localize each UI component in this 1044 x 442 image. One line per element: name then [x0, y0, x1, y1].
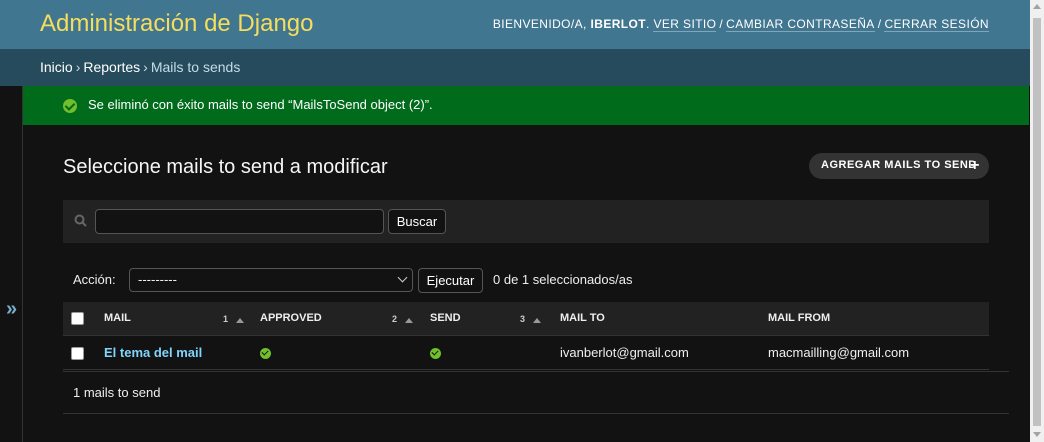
- breadcrumb-current: Mails to sends: [150, 59, 241, 75]
- sort-ascending-icon[interactable]: [405, 318, 413, 323]
- plus-icon: +: [970, 157, 980, 174]
- scrollbar-thumb[interactable]: [1033, 18, 1041, 426]
- mail-to-cell: ivanberlot@gmail.com: [552, 335, 760, 370]
- send-cell: [422, 335, 552, 370]
- table-row: El tema del mail ivanberlot@gmail.com ma…: [63, 335, 989, 370]
- column-label[interactable]: Mail: [104, 312, 131, 324]
- check-circle-icon: [430, 347, 441, 359]
- column-header-approved[interactable]: Approved 2: [252, 302, 422, 336]
- action-label: Acción:: [73, 272, 116, 287]
- sort-ascending-icon[interactable]: [533, 318, 541, 323]
- breadcrumb: Inicio › Reportes › Mails to sends: [0, 49, 1044, 86]
- check-circle-icon: [260, 347, 271, 359]
- user-tools: Bienvenido/a, iberlot. Ver sitio / Cambiar…: [492, 17, 989, 32]
- selection-counter: 0 de 1 seleccionados/as: [493, 272, 633, 287]
- check-circle-icon: [63, 99, 77, 113]
- add-button-label: Agregar mails to send: [821, 159, 977, 171]
- column-label[interactable]: Mail from: [768, 312, 830, 324]
- vertical-scrollbar[interactable]: [1030, 0, 1044, 442]
- table-header-row: Mail 1 Approved 2 Send 3 Mail to Mail fr…: [63, 302, 989, 336]
- logout-link[interactable]: Cerrar sesión: [884, 17, 989, 32]
- column-header-mail[interactable]: Mail 1: [96, 302, 252, 336]
- nav-sidebar-toggle[interactable]: »: [0, 86, 23, 442]
- sort-priority: 2: [392, 314, 398, 324]
- page-title: Seleccione mails to send a modificar: [63, 156, 388, 178]
- success-message: Se eliminó con éxito mails to send “Mail…: [23, 86, 1029, 125]
- breadcrumb-separator: ›: [143, 59, 148, 75]
- column-header-mail-to[interactable]: Mail to: [552, 302, 760, 336]
- sort-priority: 1: [223, 314, 229, 324]
- action-selected-value: ---------: [138, 272, 177, 287]
- mail-link[interactable]: El tema del mail: [104, 345, 202, 360]
- column-label[interactable]: Approved: [260, 312, 322, 324]
- sort-ascending-icon[interactable]: [236, 318, 244, 323]
- approved-cell: [252, 335, 422, 370]
- view-site-link[interactable]: Ver sitio: [653, 17, 717, 32]
- double-chevron-right-icon[interactable]: »: [6, 298, 17, 321]
- scroll-down-arrow-icon[interactable]: [1033, 432, 1041, 437]
- select-all-cell: [63, 302, 96, 336]
- select-all-checkbox[interactable]: [71, 311, 84, 325]
- column-header-mail-from[interactable]: Mail from: [760, 302, 989, 336]
- execute-button[interactable]: Ejecutar: [418, 268, 483, 293]
- search-input[interactable]: [95, 209, 384, 234]
- column-label[interactable]: Mail to: [560, 312, 605, 324]
- breadcrumb-app[interactable]: Reportes: [83, 59, 140, 75]
- sort-priority: 3: [520, 314, 526, 324]
- username: iberlot: [590, 17, 646, 31]
- add-mails-to-send-button[interactable]: Agregar mails to send +: [809, 153, 989, 179]
- chevron-down-icon: [397, 272, 408, 283]
- column-label[interactable]: Send: [430, 312, 461, 324]
- results-table: Mail 1 Approved 2 Send 3 Mail to Mail fr…: [63, 302, 989, 370]
- header: Administración de Django Bienvenido/a, i…: [0, 0, 1044, 49]
- paginator: 1 mails to send: [63, 371, 1009, 414]
- change-password-link[interactable]: Cambiar contraseña: [726, 17, 875, 32]
- action-select[interactable]: ---------: [129, 268, 413, 292]
- search-button[interactable]: Buscar: [388, 209, 446, 234]
- mail-from-cell: macmailling@gmail.com: [760, 335, 989, 370]
- column-header-send[interactable]: Send 3: [422, 302, 552, 336]
- breadcrumb-separator: ›: [75, 59, 81, 75]
- search-icon: [74, 214, 87, 227]
- mail-cell: El tema del mail: [96, 335, 252, 370]
- welcome-text: Bienvenido/a,: [492, 17, 587, 31]
- scroll-up-arrow-icon[interactable]: [1033, 4, 1041, 9]
- row-select-cell: [63, 335, 96, 370]
- search-toolbar: Buscar: [63, 200, 989, 243]
- site-name[interactable]: Administración de Django: [40, 10, 313, 38]
- breadcrumb-home[interactable]: Inicio: [40, 59, 73, 75]
- row-checkbox[interactable]: [71, 346, 84, 360]
- message-text: Se eliminó con éxito mails to send “Mail…: [88, 97, 433, 112]
